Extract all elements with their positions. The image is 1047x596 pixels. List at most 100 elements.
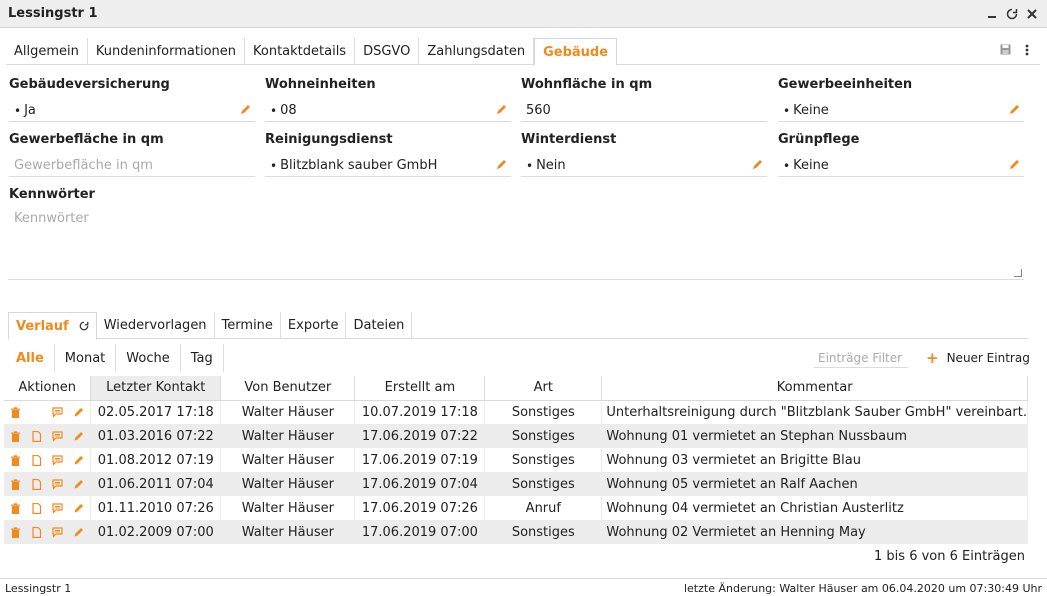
- tab-zahlungsdaten[interactable]: Zahlungsdaten: [419, 38, 535, 65]
- column-header-kommentar[interactable]: Kommentar: [601, 376, 1028, 401]
- document-icon[interactable]: [31, 526, 42, 538]
- tab-verlauf[interactable]: Verlauf: [8, 312, 97, 340]
- entries-filter-input[interactable]: Einträge Filter: [814, 348, 908, 368]
- cell-user: Walter Häuser: [220, 520, 356, 544]
- delete-icon[interactable]: [10, 407, 21, 418]
- reinigungsdienst-value[interactable]: • Blitzblank sauber GmbH: [265, 155, 511, 177]
- field-label: Wohneinheiten: [265, 77, 376, 92]
- delete-icon[interactable]: [10, 478, 21, 490]
- edit-pencil-icon[interactable]: [751, 159, 763, 171]
- cell-actions: [4, 472, 92, 496]
- subtab-woche[interactable]: Woche: [116, 344, 181, 372]
- comment-icon[interactable]: [52, 478, 63, 490]
- field-gewerbeeinheiten: Gewerbeeinheiten • Keine: [778, 77, 1024, 122]
- resize-handle[interactable]: [1014, 269, 1022, 277]
- edit-pencil-icon[interactable]: [495, 159, 507, 171]
- edit-pencil-icon[interactable]: [1008, 104, 1020, 116]
- field-label: Reinigungsdienst: [265, 132, 393, 147]
- cell-comment: Wohnung 04 vermietet an Christian Auster…: [601, 496, 1028, 520]
- cell-user: Walter Häuser: [220, 472, 356, 496]
- cell-comment: Wohnung 05 vermietet an Ralf Aachen: [601, 472, 1028, 496]
- tab-termine[interactable]: Termine: [215, 312, 281, 339]
- value-text: Keine: [793, 158, 829, 173]
- table-row[interactable]: 02.05.2017 17:18 Walter Häuser 10.07.201…: [4, 400, 1028, 424]
- cell-last-contact: 01.03.2016 07:22: [90, 424, 222, 448]
- new-entry-button[interactable]: + Neuer Eintrag: [926, 349, 1030, 367]
- tab-wiedervorlagen[interactable]: Wiedervorlagen: [97, 312, 215, 339]
- document-icon[interactable]: [31, 478, 42, 490]
- field-label: Kennwörter: [9, 187, 95, 202]
- field-label: Gebäudeversicherung: [9, 77, 170, 92]
- edit-pencil-icon[interactable]: [73, 527, 84, 538]
- table-row[interactable]: 01.02.2009 07:00 Walter Häuser 17.06.201…: [4, 520, 1028, 544]
- document-icon[interactable]: [31, 430, 42, 442]
- delete-icon[interactable]: [10, 454, 21, 466]
- row-actions: [4, 478, 90, 490]
- subtab-monat[interactable]: Monat: [55, 344, 117, 372]
- more-options-icon[interactable]: [1025, 44, 1029, 60]
- comment-icon[interactable]: [52, 526, 63, 538]
- comment-icon[interactable]: [52, 430, 63, 442]
- cell-created: 17.06.2019 07:00: [354, 520, 486, 544]
- column-header-letzter-kontakt[interactable]: Letzter Kontakt: [90, 376, 222, 401]
- restore-icon[interactable]: [1003, 5, 1021, 23]
- tab-exporte[interactable]: Exporte: [281, 312, 347, 339]
- gebaeudeversicherung-value[interactable]: • Ja: [9, 100, 255, 122]
- delete-icon[interactable]: [10, 430, 21, 442]
- wohneinheiten-value[interactable]: • 08: [265, 100, 511, 122]
- tab-dsgvo[interactable]: DSGVO: [355, 38, 420, 65]
- cell-last-contact: 02.05.2017 17:18: [90, 400, 222, 424]
- row-actions: [4, 454, 90, 466]
- comment-icon[interactable]: [52, 407, 63, 418]
- tab-dateien[interactable]: Dateien: [346, 312, 413, 339]
- tab-kundeninformationen[interactable]: Kundeninformationen: [88, 38, 246, 65]
- column-header-von-benutzer[interactable]: Von Benutzer: [220, 376, 356, 401]
- edit-pencil-icon[interactable]: [73, 407, 84, 418]
- tab-kontaktdetails[interactable]: Kontaktdetails: [245, 38, 356, 65]
- gewerbeeinheiten-value[interactable]: • Keine: [778, 100, 1024, 122]
- save-icon[interactable]: [1000, 44, 1011, 60]
- cell-created: 17.06.2019 07:22: [354, 424, 486, 448]
- toolbar: [1000, 44, 1029, 60]
- cell-user: Walter Häuser: [220, 424, 356, 448]
- gruenpflege-value[interactable]: • Keine: [778, 155, 1024, 177]
- delete-icon[interactable]: [10, 526, 21, 538]
- subtab-tag[interactable]: Tag: [181, 344, 224, 372]
- edit-pencil-icon[interactable]: [239, 104, 251, 116]
- kennwoerter-textarea[interactable]: Kennwörter: [8, 207, 1024, 280]
- refresh-icon[interactable]: [79, 321, 89, 331]
- value-text: Nein: [536, 158, 566, 173]
- table-row[interactable]: 01.08.2012 07:19 Walter Häuser 17.06.201…: [4, 448, 1028, 472]
- comment-icon[interactable]: [52, 454, 63, 466]
- edit-pencil-icon[interactable]: [73, 503, 84, 514]
- edit-pencil-icon[interactable]: [73, 479, 84, 490]
- new-entry-label: Neuer Eintrag: [946, 351, 1030, 365]
- table-row[interactable]: 01.03.2016 07:22 Walter Häuser 17.06.201…: [4, 424, 1028, 448]
- document-icon[interactable]: [31, 454, 42, 466]
- minimize-icon[interactable]: [983, 5, 1001, 23]
- window-controls: [983, 5, 1041, 23]
- subtab-alle[interactable]: Alle: [6, 344, 55, 372]
- table-row[interactable]: 01.11.2010 07:26 Walter Häuser 17.06.201…: [4, 496, 1028, 520]
- field-label: Wohnfläche in qm: [521, 77, 653, 92]
- delete-icon[interactable]: [10, 502, 21, 514]
- column-header-art[interactable]: Art: [484, 376, 603, 401]
- tab-allgemein[interactable]: Allgemein: [6, 38, 88, 65]
- cell-type: Sonstiges: [484, 472, 603, 496]
- edit-pencil-icon[interactable]: [73, 431, 84, 442]
- row-actions: [4, 502, 90, 514]
- table-row[interactable]: 01.06.2011 07:04 Walter Häuser 17.06.201…: [4, 472, 1028, 496]
- comment-icon[interactable]: [52, 502, 63, 514]
- tab-gebaeude[interactable]: Gebäude: [534, 38, 618, 66]
- column-header-erstellt-am[interactable]: Erstellt am: [354, 376, 486, 401]
- gewerbeflaeche-input[interactable]: Gewerbefläche in qm: [9, 155, 255, 177]
- edit-pencil-icon[interactable]: [495, 104, 507, 116]
- cell-last-contact: 01.06.2011 07:04: [90, 472, 222, 496]
- close-icon[interactable]: [1023, 5, 1041, 23]
- field-label: Gewerbefläche in qm: [9, 132, 164, 147]
- winterdienst-value[interactable]: • Nein: [521, 155, 767, 177]
- edit-pencil-icon[interactable]: [73, 455, 84, 466]
- wohnflaeche-input[interactable]: 560: [521, 100, 767, 122]
- edit-pencil-icon[interactable]: [1008, 159, 1020, 171]
- document-icon[interactable]: [31, 502, 42, 514]
